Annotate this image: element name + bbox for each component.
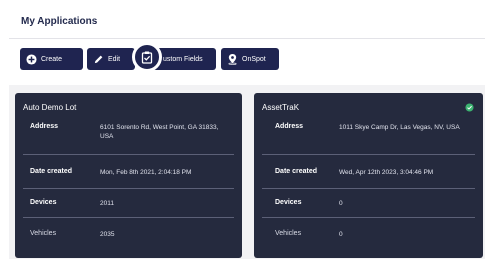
page-title: My Applications — [21, 16, 98, 27]
vehicles-value: 0 — [339, 231, 343, 238]
date-created-value: Wed, Apr 12th 2023, 3:04:46 PM — [339, 169, 434, 176]
map-pin-icon — [228, 53, 237, 65]
check-circle-icon — [465, 103, 474, 112]
vehicles-value: 2035 — [100, 231, 115, 238]
onspot-button-label: OnSpot — [242, 55, 266, 63]
divider — [23, 217, 234, 218]
divider — [262, 188, 475, 189]
address-label: Address — [30, 123, 59, 130]
date-created-label: Date created — [30, 168, 73, 175]
address-label: Address — [275, 123, 304, 130]
onspot-button[interactable]: OnSpot — [221, 48, 279, 70]
application-name: AssetTraK — [262, 103, 300, 112]
clipboard-icon[interactable] — [132, 42, 162, 72]
application-name: Auto Demo Lot — [23, 103, 77, 112]
edit-button[interactable]: Edit — [87, 48, 135, 70]
application-card[interactable]: AssetTraK Address 1011 Skye Camp Dr, Las… — [254, 93, 483, 258]
toolbar: Create Edit ustom Fields OnSpot — [9, 39, 485, 85]
header-bar: My Applications — [9, 5, 485, 39]
divider — [23, 154, 234, 155]
create-button[interactable]: Create — [20, 48, 83, 70]
date-created-value: Mon, Feb 8th 2021, 2:04:18 PM — [100, 169, 192, 176]
devices-label: Devices — [30, 199, 57, 206]
divider — [262, 154, 475, 155]
app-frame: My Applications Create Edit ustom Fields — [9, 5, 485, 259]
plus-circle-icon — [26, 53, 37, 65]
edit-button-label: Edit — [108, 55, 121, 63]
vehicles-label: Vehicles — [30, 230, 57, 237]
pencil-icon — [94, 55, 103, 63]
date-created-label: Date created — [275, 168, 318, 175]
vehicles-label: Vehicles — [275, 230, 302, 237]
application-card[interactable]: Auto Demo Lot Address 6101 Sorento Rd, W… — [15, 93, 242, 258]
divider — [23, 188, 234, 189]
divider — [262, 217, 475, 218]
devices-value: 2011 — [100, 200, 114, 207]
devices-label: Devices — [275, 199, 302, 206]
custom-fields-button-label: ustom Fields — [163, 55, 203, 63]
create-button-label: Create — [41, 55, 63, 63]
devices-value: 0 — [339, 200, 343, 207]
address-value: 6101 Sorento Rd, West Point, GA 31833, U… — [100, 124, 219, 140]
clipboard-check-icon — [141, 51, 153, 64]
address-value: 1011 Skye Camp Dr, Las Vegas, NV, USA — [339, 124, 460, 131]
